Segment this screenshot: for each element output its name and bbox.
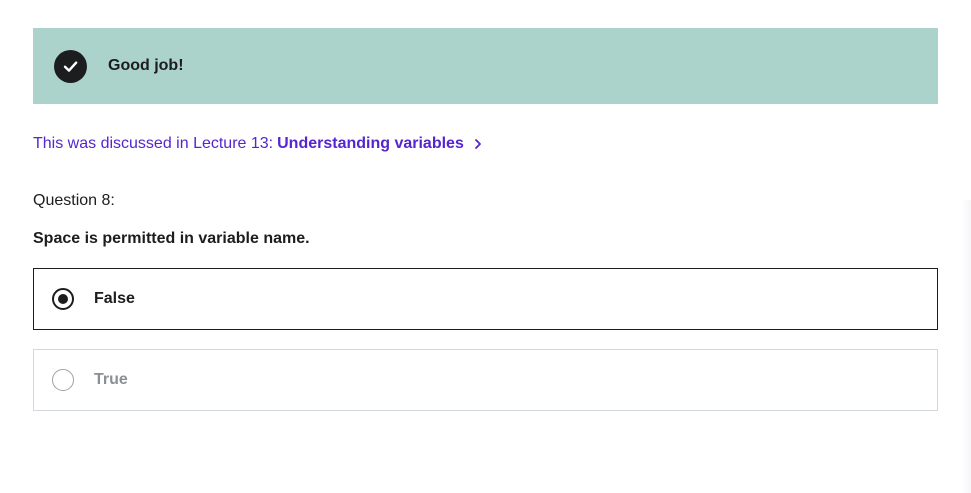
radio-unchecked-icon[interactable]: [52, 369, 74, 391]
answer-option-label: True: [94, 371, 128, 388]
feedback-banner: Good job!: [33, 28, 938, 104]
chevron-right-icon[interactable]: [473, 138, 483, 150]
answer-option-false[interactable]: False: [33, 268, 938, 330]
page-edge-shadow: [962, 200, 971, 493]
feedback-message: Good job!: [108, 57, 184, 74]
answer-option-label: False: [94, 290, 135, 307]
answer-option-true[interactable]: True: [33, 349, 938, 411]
radio-dot: [58, 294, 68, 304]
check-icon: [54, 49, 87, 83]
lecture-reference-prefix: This was discussed in Lecture 13:: [33, 135, 274, 152]
question-text: Space is permitted in variable name.: [33, 230, 310, 247]
lecture-reference: This was discussed in Lecture 13: Unders…: [33, 135, 483, 153]
quiz-result-page: Good job! This was discussed in Lecture …: [0, 0, 971, 493]
lecture-link[interactable]: Understanding variables: [277, 135, 464, 153]
radio-checked-icon[interactable]: [52, 288, 74, 310]
question-number: Question 8:: [33, 192, 115, 209]
